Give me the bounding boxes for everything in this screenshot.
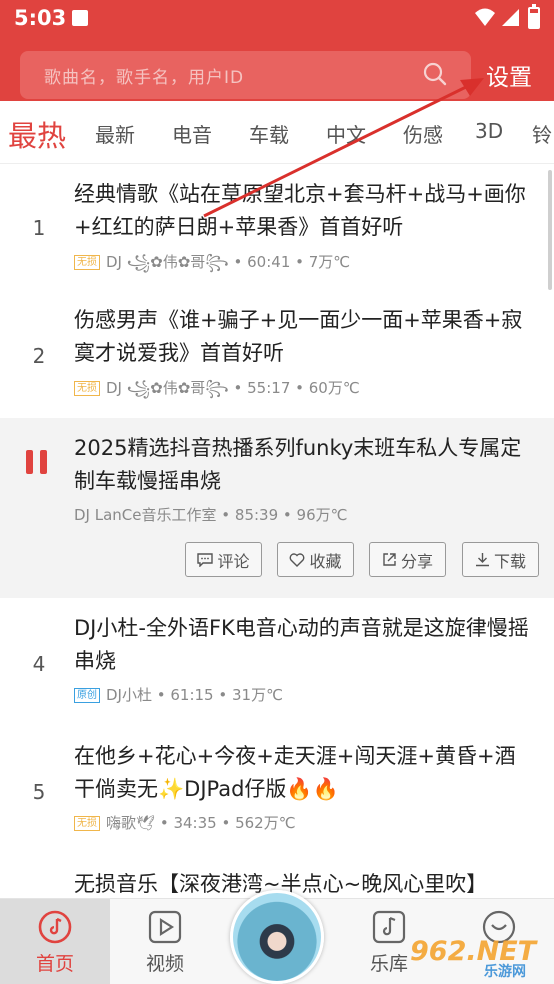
song-meta: 无损 DJ ꧁✿伟✿哥꧂ • 60:41 • 7万℃ [74, 250, 350, 281]
tab-hottest[interactable]: 最热 [8, 113, 66, 155]
song-index: 5 [32, 780, 46, 804]
song-title: 在他乡+花心+今夜+走天涯+闯天涯+黄昏+酒干倘卖无✨DJPad仔版🔥🔥 [74, 744, 516, 801]
comment-icon [197, 552, 214, 567]
settings-button[interactable]: 设置 [486, 58, 532, 92]
list-item-playing[interactable]: 2025精选抖音热播系列funky末班车私人专属定制车载慢摇串烧 DJ LanC… [0, 418, 554, 598]
tab-electronic[interactable]: 电音 [172, 119, 212, 148]
song-plays: 562万℃ [235, 814, 296, 832]
list-item[interactable]: 5 在他乡+花心+今夜+走天涯+闯天涯+黄昏+酒干倘卖无✨DJPad仔版🔥🔥 无… [0, 726, 554, 856]
notification-icon [72, 10, 88, 26]
song-plays: 96万℃ [296, 506, 348, 524]
song-meta: 无损 嗨歌🕊 • 34:35 • 562万℃ [74, 812, 296, 833]
song-index: 4 [32, 652, 46, 676]
status-bar: 5:03 [0, 0, 554, 38]
song-index: 2 [32, 344, 46, 368]
now-playing-disc[interactable] [230, 890, 324, 984]
tab-ringtone[interactable]: 铃 [532, 119, 552, 148]
song-artist: DJ ꧁✿伟✿哥꧂ [106, 253, 229, 271]
scrollbar[interactable] [548, 170, 552, 290]
status-time: 5:03 [14, 6, 67, 30]
comment-button[interactable]: 评论 [185, 542, 262, 577]
download-button[interactable]: 下载 [462, 542, 539, 577]
favorite-label: 收藏 [309, 551, 342, 571]
signal-icon [502, 9, 519, 26]
song-artist: DJ小杜 [106, 686, 152, 704]
song-title: 伤感男声《谁+骗子+见一面少一面+苹果香+寂寞才说爱我》首首好听 [74, 308, 523, 365]
nav-video-label: 视频 [145, 953, 184, 975]
tab-chinese[interactable]: 中文 [326, 119, 366, 148]
song-title: 经典情歌《站在草原望北京+套马杆+战马+画你+红红的萨日朗+苹果香》首首好听 [74, 182, 526, 239]
lossless-badge: 无损 [74, 255, 100, 270]
download-label: 下载 [493, 551, 526, 571]
battery-icon [528, 4, 540, 29]
list-item[interactable]: 4 DJ小杜-全外语FK电音心动的声音就是这旋律慢摇串烧 原创 DJ小杜 • 61… [0, 598, 554, 726]
favorite-button[interactable]: 收藏 [277, 542, 354, 577]
lossless-badge: 无损 [74, 381, 100, 396]
song-duration: 85:39 [234, 506, 279, 524]
search-placeholder: 歌曲名，歌手名，用户ID [44, 68, 245, 88]
category-tabs: 最热 最新 电音 车载 中文 伤感 3D 铃 [0, 101, 554, 164]
tab-3d[interactable]: 3D [475, 119, 503, 143]
song-plays: 60万℃ [308, 379, 360, 397]
original-badge: 原创 [74, 688, 100, 703]
tab-car[interactable]: 车载 [249, 119, 289, 148]
song-title: DJ小杜-全外语FK电音心动的声音就是这旋律慢摇串烧 [74, 616, 529, 673]
nav-video[interactable]: 视频 [110, 899, 220, 984]
wifi-icon [475, 8, 495, 26]
song-title: 2025精选抖音热播系列funky末班车私人专属定制车载慢摇串烧 [74, 436, 522, 493]
song-artist: 嗨歌🕊 [106, 814, 156, 832]
song-duration: 55:17 [247, 379, 291, 397]
tab-sad[interactable]: 伤感 [403, 119, 443, 148]
lossless-badge: 无损 [74, 816, 100, 831]
nav-home-label: 首页 [35, 953, 74, 975]
share-label: 分享 [400, 551, 433, 571]
song-list: 1 经典情歌《站在草原望北京+套马杆+战马+画你+红红的萨日朗+苹果香》首首好听… [0, 164, 554, 898]
song-meta: 无损 DJ ꧁✿伟✿哥꧂ • 55:17 • 60万℃ [74, 376, 360, 407]
watermark-logo: 962.NET 乐游网 [410, 936, 536, 981]
list-item[interactable]: 1 经典情歌《站在草原望北京+套马杆+战马+画你+红红的萨日朗+苹果香》首首好听… [0, 164, 554, 290]
song-plays: 7万℃ [308, 253, 351, 271]
video-play-icon [148, 910, 182, 944]
list-item[interactable]: 2 伤感男声《谁+骗子+见一面少一面+苹果香+寂寞才说爱我》首首好听 无损 DJ … [0, 290, 554, 418]
song-index: 1 [32, 216, 46, 240]
share-button[interactable]: 分享 [369, 542, 446, 577]
tab-newest[interactable]: 最新 [95, 119, 135, 148]
search-box[interactable]: 歌曲名，歌手名，用户ID [20, 51, 471, 99]
comment-label: 评论 [217, 551, 250, 571]
song-duration: 34:35 [173, 814, 217, 832]
song-meta: DJ LanCe音乐工作室 • 85:39 • 96万℃ [74, 506, 348, 524]
song-artist: DJ ꧁✿伟✿哥꧂ [106, 379, 229, 397]
music-library-icon [372, 910, 406, 944]
search-icon[interactable] [423, 62, 447, 86]
header: 歌曲名，歌手名，用户ID 设置 [0, 38, 554, 101]
download-icon [475, 553, 489, 567]
song-duration: 61:15 [170, 686, 214, 704]
pause-icon[interactable] [26, 450, 50, 474]
share-icon [383, 553, 396, 566]
song-duration: 60:41 [247, 253, 291, 271]
heart-icon [290, 552, 305, 567]
song-plays: 31万℃ [232, 686, 283, 704]
music-disc-icon [38, 910, 72, 944]
song-meta: 原创 DJ小杜 • 61:15 • 31万℃ [74, 684, 283, 705]
song-artist: DJ LanCe音乐工作室 [74, 506, 217, 524]
song-title: 无损音乐【深夜港湾~半点心~晚风心里吹】 [74, 872, 488, 896]
nav-home[interactable]: 首页 [0, 899, 110, 984]
